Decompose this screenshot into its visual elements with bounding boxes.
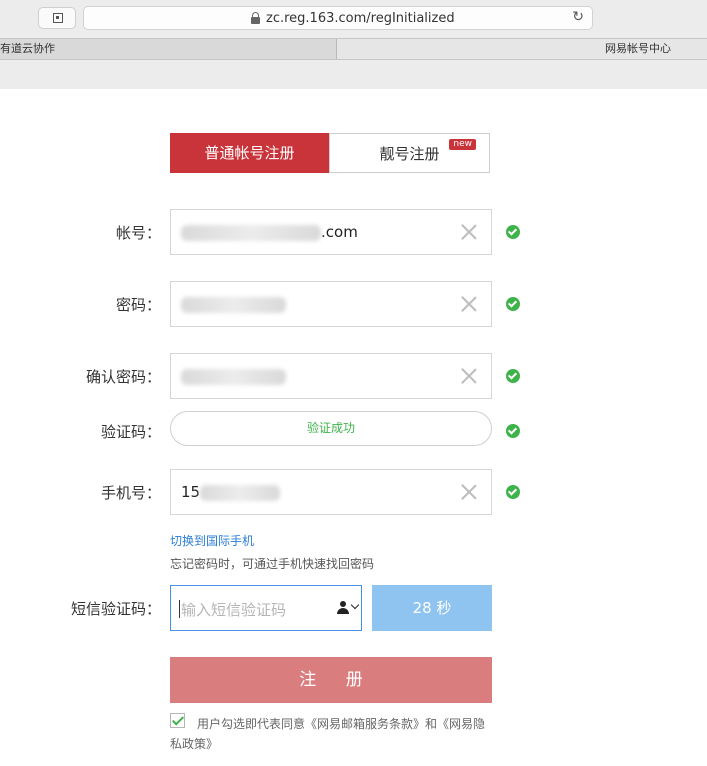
contact-icon[interactable] [337,601,349,615]
tab-normal-register[interactable]: 普通帐号注册 [170,133,329,173]
browser-toolbar: zc.reg.163.com/regInitialized ↻ [0,0,707,38]
password-dots [181,296,286,313]
address-url: zc.reg.163.com/regInitialized [266,11,455,26]
sidebar-icon [53,13,63,23]
password-field[interactable] [170,281,492,327]
account-suffix: .com [321,223,358,241]
account-field[interactable]: .com [170,209,492,255]
tab-premium-label: 靓号注册 [379,145,440,163]
new-badge: new [449,139,476,150]
sidebar-toggle-button[interactable] [38,7,76,29]
chevron-down-icon[interactable] [350,600,360,610]
clear-phone-icon[interactable] [461,484,477,500]
confirm-password-dots [181,368,286,385]
phone-field[interactable]: 15 [170,469,492,515]
switch-intl-phone-link[interactable]: 切换到国际手机 [170,532,254,549]
agreement-text: 用户勾选即代表同意《网易邮箱服务条款》和《网易隐私政策》 [170,717,486,751]
sms-countdown-button[interactable]: 28 秒 [372,585,492,631]
tab-youdao[interactable]: 有道云协作 [0,39,337,59]
reload-icon[interactable]: ↻ [572,9,584,25]
confirm-password-ok-icon [506,369,520,383]
confirm-password-field[interactable] [170,353,492,399]
captcha-label: 验证码： [100,423,161,441]
phone-hint: 忘记密码时，可通过手机快速找回密码 [170,557,375,571]
account-label: 帐号： [115,224,161,242]
phone-ok-icon [506,485,520,499]
phone-prefix: 15 [181,483,201,501]
address-bar[interactable]: zc.reg.163.com/regInitialized ↻ [83,6,593,30]
captcha-ok-icon [506,424,520,438]
tab-premium-register[interactable]: 靓号注册 new [329,133,490,173]
register-button[interactable]: 注 册 [170,657,492,703]
password-ok-icon [506,297,520,311]
clear-account-icon[interactable] [461,224,477,240]
phone-blurred-digits [200,484,281,501]
phone-label: 手机号： [100,484,161,502]
page-header-band [0,60,707,89]
sms-label: 短信验证码： [70,600,161,618]
password-label: 密码： [115,296,161,314]
lock-icon [251,12,260,24]
sms-placeholder: 输入短信验证码 [181,601,287,619]
sms-code-input[interactable]: 输入短信验证码 [170,585,362,631]
account-ok-icon [506,225,520,239]
tab-netease-account[interactable]: 网易帐号中心 [337,39,707,59]
register-mode-tabs: 普通帐号注册 靓号注册 new [170,133,490,173]
captcha-status[interactable]: 验证成功 [170,411,492,446]
text-caret [179,600,180,618]
tab-bar: 有道云协作 网易帐号中心 [0,38,707,60]
clear-confirm-password-icon[interactable] [461,368,477,384]
confirm-password-label: 确认密码： [85,368,161,386]
account-blurred-text [181,224,321,241]
clear-password-icon[interactable] [461,296,477,312]
